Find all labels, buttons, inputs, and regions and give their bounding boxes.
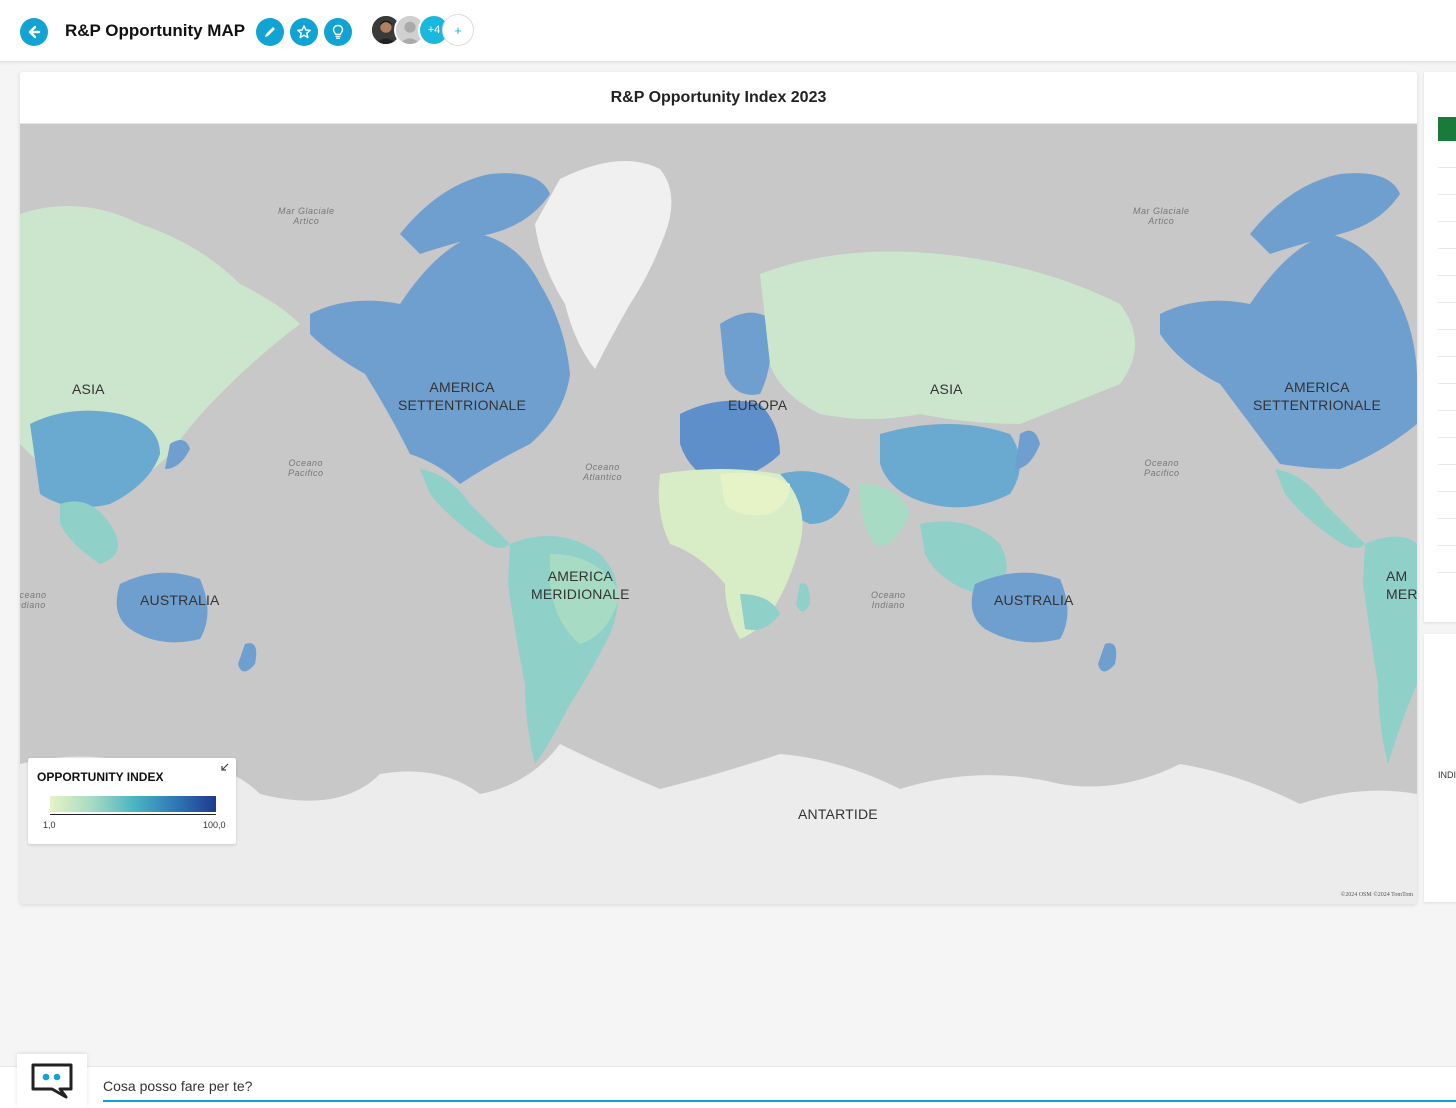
label-south-america-right: AM MER [1386,568,1417,602]
north-america-right-shape [1160,234,1417,469]
label-indian-left: Oceano Indiano [20,590,47,610]
legend-min-value: 1,0 [43,820,56,830]
page-title: R&P Opportunity MAP [65,21,246,40]
star-icon [297,25,311,39]
china-center-shape [880,424,1020,508]
label-arctic-right: Mar Glaciale Artico [1133,206,1190,226]
label-australia-left: AUSTRALIA [140,592,220,608]
mexico-shape [420,469,510,548]
label-antarctica: ANTARTIDE [798,806,878,822]
table-row [1438,518,1456,519]
map-title: R&P Opportunity Index 2023 [20,72,1417,124]
table-row [1438,437,1456,438]
label-europe: EUROPA [728,397,788,413]
collapse-arrow-icon[interactable] [220,762,230,775]
lightbulb-icon [332,24,344,39]
north-america-shape [310,234,570,484]
edit-button[interactable] [256,18,284,46]
insights-button[interactable] [324,18,352,46]
table-row [1438,329,1456,330]
legend-title: OPPORTUNITY INDEX [37,770,164,784]
japan-center-shape [1015,430,1040,469]
madagascar-shape [796,583,810,612]
nz-center-shape [1098,643,1117,672]
top-bar: R&P Opportunity MAP +4 + [0,0,1456,62]
label-arctic-left: Mar Glaciale Artico [278,206,335,226]
label-atlantic: Oceano Atlantico [583,462,623,482]
right-table-panel [1424,72,1456,622]
table-row [1438,248,1456,249]
pencil-icon [265,27,275,37]
se-asia-left-shape [60,501,118,564]
scandinavia-shape [720,312,772,395]
table-row [1438,545,1456,546]
table-row [1438,410,1456,411]
arrow-left-icon [28,25,41,39]
table-row [1438,356,1456,357]
label-north-america-right: AMERICA SETTENTRIONALE [1253,379,1382,413]
label-south-america: AMERICA MERIDIONALE [531,568,630,602]
map-card: R&P Opportunity Index 2023 ASIA AMERICA … [20,72,1417,904]
map-attribution: ©2024 OSM ©2024 TomTom [1340,892,1413,898]
map-legend: OPPORTUNITY INDEX 1,0 100,0 [28,758,236,844]
table-row [1438,302,1456,303]
legend-max-value: 100,0 [203,820,226,830]
table-row [1438,464,1456,465]
chat-assistant-button[interactable] [17,1054,87,1108]
china-left-shape [30,410,160,508]
table-row [1438,491,1456,492]
mexico-right-shape [1275,469,1365,548]
table-row [1438,275,1456,276]
table-row [1438,572,1456,573]
chat-input[interactable] [103,1072,1456,1102]
table-row [1438,167,1456,168]
asia-center-shape [760,251,1135,424]
label-asia: ASIA [930,381,963,397]
india-shape [860,484,910,546]
favorite-button[interactable] [290,18,318,46]
label-australia: AUSTRALIA [994,592,1074,608]
legend-axis [50,814,216,815]
back-button[interactable] [20,18,48,46]
table-header-cell [1438,117,1456,141]
legend-gradient [50,796,216,812]
nz-left-shape [238,643,257,672]
table-row [1438,221,1456,222]
table-row [1438,194,1456,195]
label-asia-left: ASIA [72,381,105,397]
label-pacific-right: Oceano Pacifico [1144,458,1180,478]
right-chart-panel: INDI [1424,634,1456,902]
table-row [1438,383,1456,384]
collaborators: +4 + [370,14,490,48]
label-indian: Oceano Indiano [871,590,906,610]
label-north-america: AMERICA SETTENTRIONALE [398,379,527,413]
chat-bubble-icon [31,1063,73,1099]
panel-label-truncated: INDI [1438,770,1456,780]
label-pacific-left: Oceano Pacifico [288,458,324,478]
add-collaborator-button[interactable]: + [442,14,474,46]
